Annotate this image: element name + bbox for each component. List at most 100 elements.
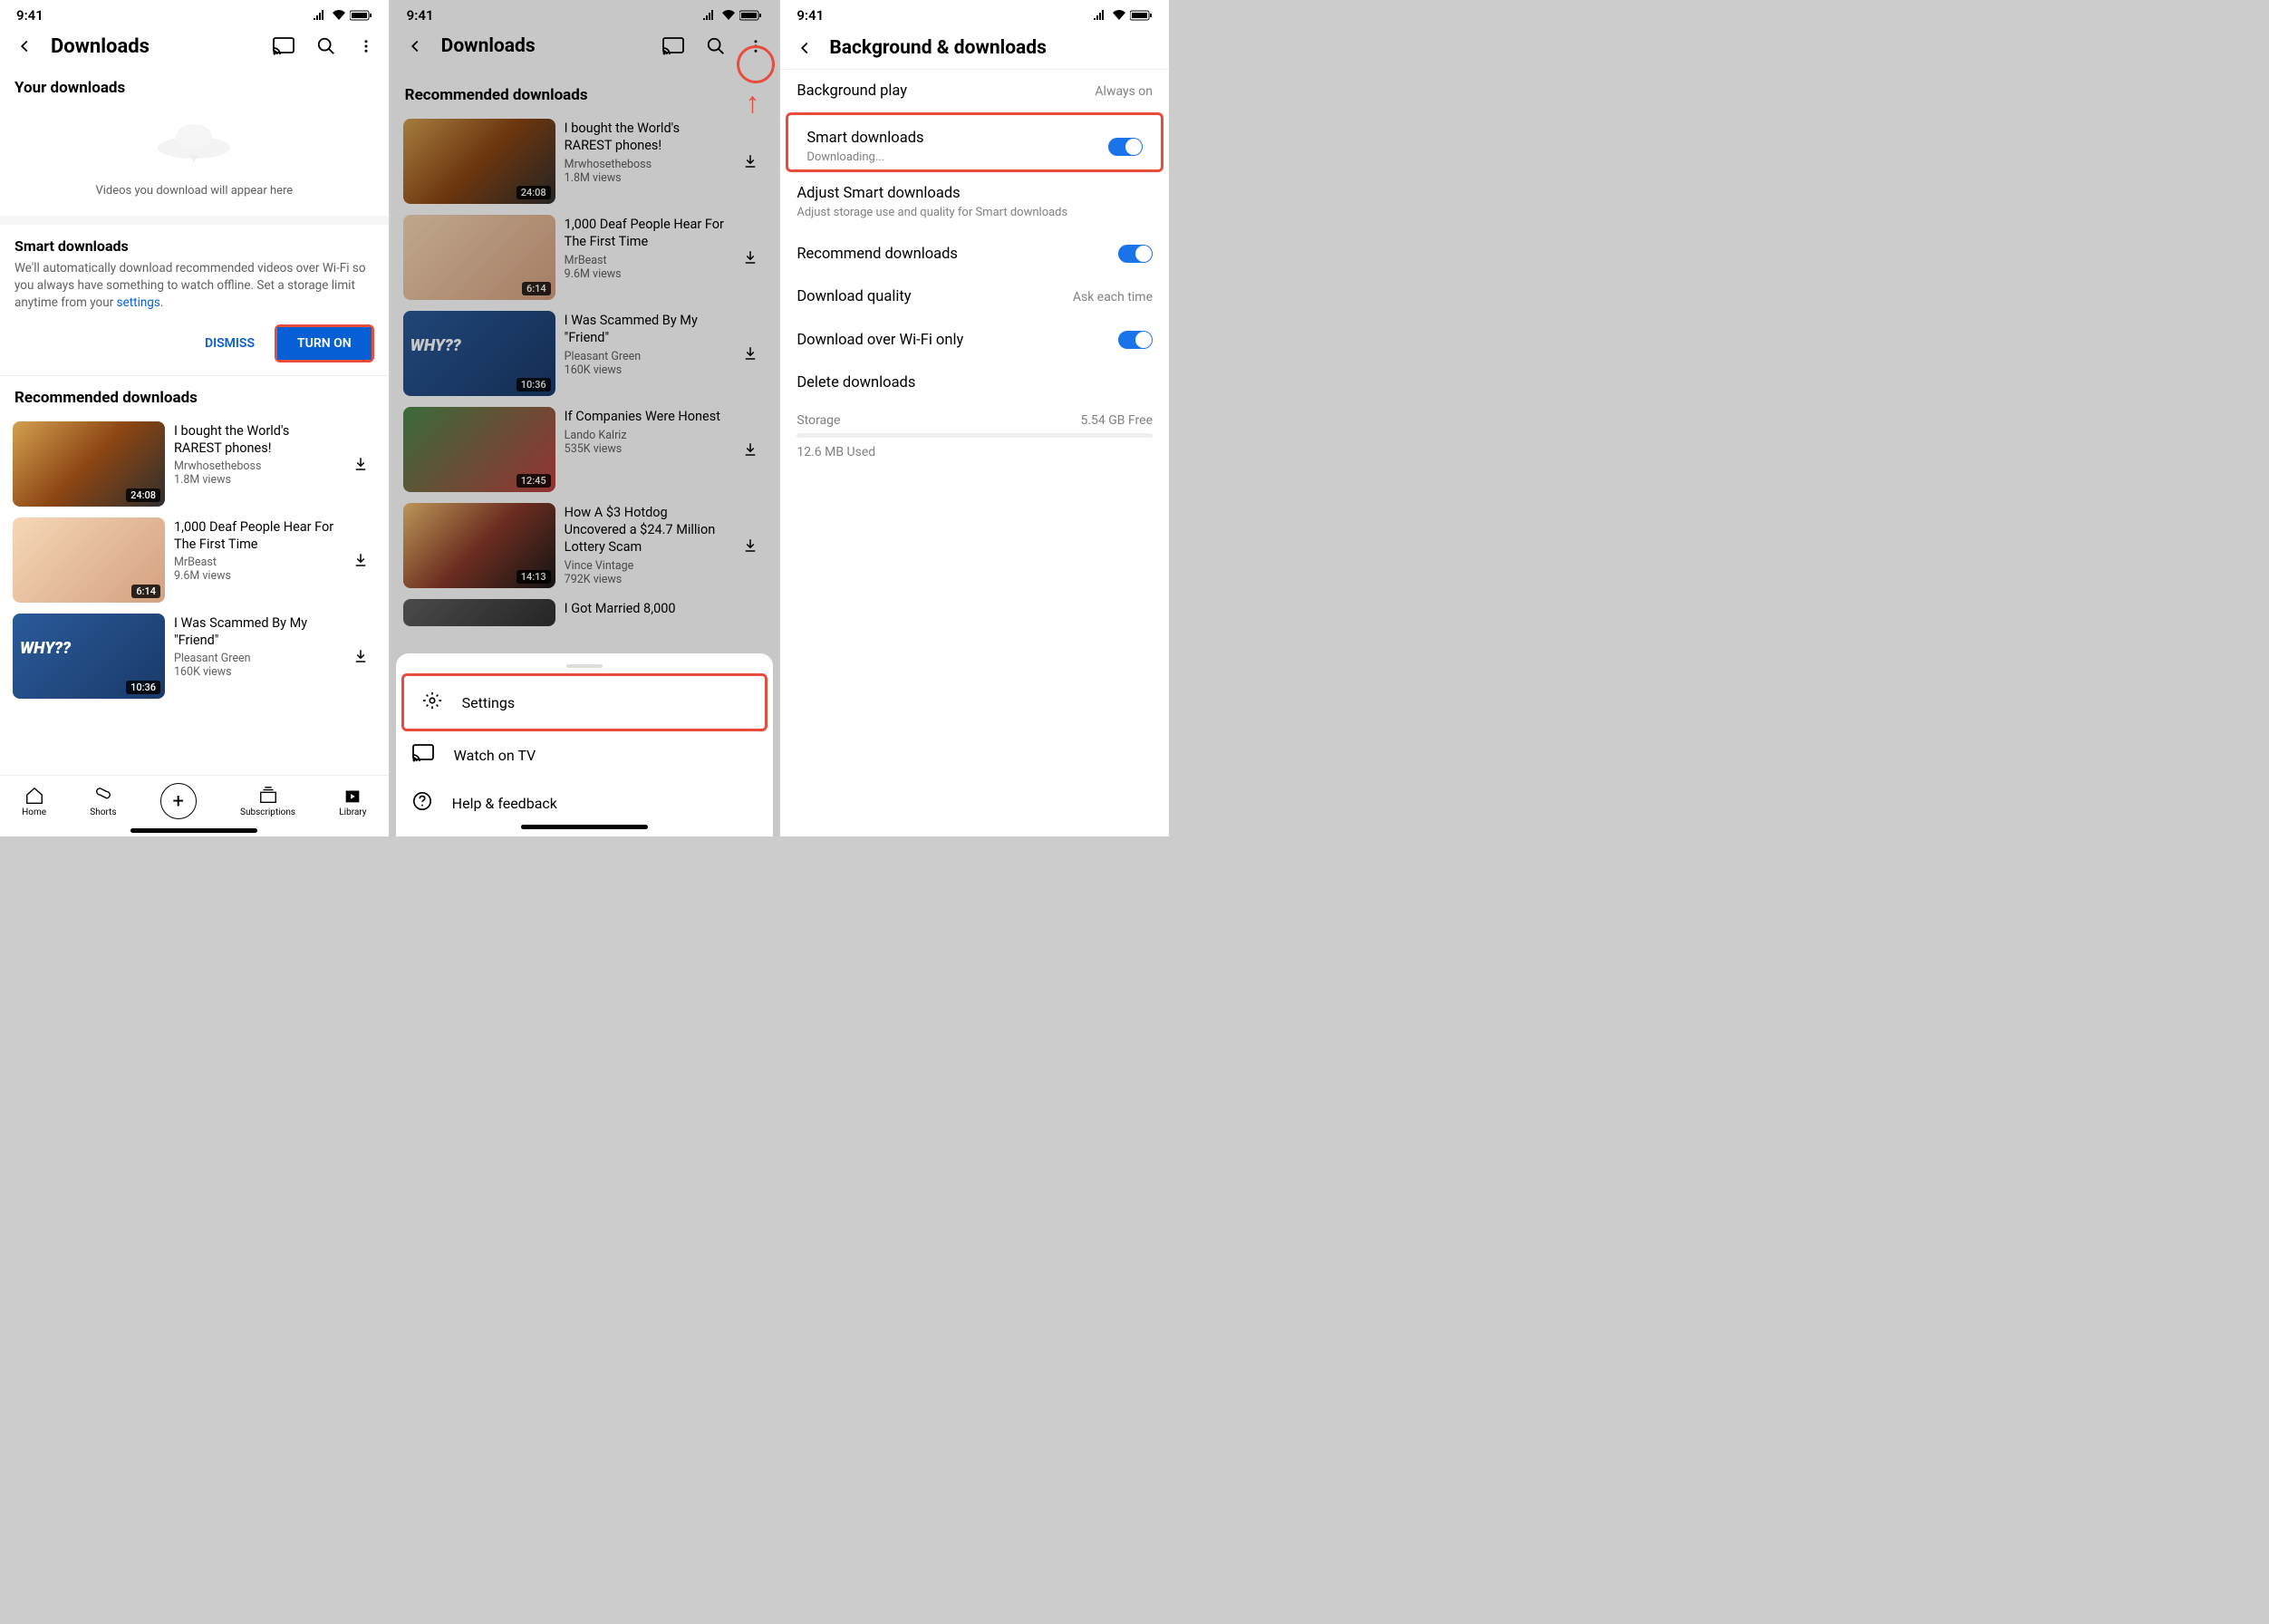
plus-icon: +	[160, 783, 197, 819]
video-thumbnail[interactable]	[403, 599, 555, 626]
setting-smart-downloads[interactable]: Smart downloads Downloading...	[790, 117, 1159, 168]
video-views: 1.8M views	[174, 473, 336, 487]
smart-downloads-card: Smart downloads We'll automatically down…	[0, 225, 389, 376]
nav-library[interactable]: Library	[339, 786, 366, 817]
your-downloads-title: Your downloads	[0, 66, 389, 102]
video-thumbnail[interactable]: 12:45	[403, 407, 555, 492]
header: Downloads	[391, 27, 779, 66]
video-thumbnail[interactable]: WHY??10:36	[13, 614, 165, 699]
video-thumbnail[interactable]: 6:14	[13, 517, 165, 603]
nav-shorts[interactable]: Shorts	[90, 786, 116, 817]
toggle-switch[interactable]	[1118, 331, 1153, 349]
home-indicator[interactable]	[521, 825, 648, 829]
cast-icon[interactable]	[661, 35, 686, 57]
back-icon[interactable]	[403, 34, 427, 58]
video-duration: 6:14	[131, 585, 160, 598]
setting-adjust-smart[interactable]: Adjust Smart downloads Adjust storage us…	[780, 172, 1169, 232]
video-thumbnail[interactable]: 24:08	[13, 421, 165, 507]
video-row[interactable]: 14:13 How A $3 Hotdog Uncovered a $24.7 …	[391, 498, 779, 594]
smart-description: We'll automatically download recommended…	[14, 260, 374, 312]
setting-delete-downloads[interactable]: Delete downloads	[780, 362, 1169, 404]
video-row[interactable]: I Got Married 8,000	[391, 594, 779, 632]
download-icon[interactable]	[735, 434, 766, 465]
cast-icon[interactable]	[271, 35, 296, 57]
video-row[interactable]: 24:08 I bought the World's RAREST phones…	[391, 113, 779, 209]
setting-subtitle: Adjust storage use and quality for Smart…	[797, 206, 1067, 219]
setting-background-play[interactable]: Background play Always on	[780, 70, 1169, 112]
back-icon[interactable]	[793, 36, 816, 60]
setting-label: Adjust Smart downloads	[797, 185, 960, 202]
video-row[interactable]: WHY??10:36 I Was Scammed By My "Friend"P…	[391, 305, 779, 401]
video-info: I bought the World's RAREST phones! Mrwh…	[174, 421, 336, 488]
page-title: Downloads	[51, 35, 256, 58]
video-views: 9.6M views	[174, 569, 336, 583]
toggle-switch[interactable]	[1108, 138, 1143, 156]
video-row[interactable]: WHY??10:36 I Was Scammed By My "Friend" …	[0, 608, 389, 704]
video-row[interactable]: 6:14 1,000 Deaf People Hear For The Firs…	[391, 209, 779, 305]
video-thumbnail[interactable]: 24:08	[403, 119, 555, 204]
drag-handle[interactable]	[566, 664, 603, 668]
status-time: 9:41	[797, 7, 824, 24]
smart-title: Smart downloads	[14, 237, 374, 255]
setting-label: Background play	[797, 82, 907, 100]
video-views: 160K views	[174, 665, 336, 679]
bottom-nav: Home Shorts + Subscriptions Library	[0, 775, 389, 823]
nav-subscriptions[interactable]: Subscriptions	[240, 786, 295, 817]
toggle-switch[interactable]	[1118, 245, 1153, 263]
search-icon[interactable]	[314, 34, 338, 58]
help-icon	[412, 791, 432, 815]
video-title: I Was Scammed By My "Friend"	[174, 615, 336, 650]
dismiss-button[interactable]: DISMISS	[192, 324, 267, 362]
page-title: Downloads	[441, 35, 647, 57]
cast-icon	[412, 744, 434, 766]
settings-link[interactable]: settings	[117, 295, 160, 310]
nav-create[interactable]: +	[160, 783, 197, 819]
video-thumbnail[interactable]: 14:13	[403, 503, 555, 588]
page-title: Background & downloads	[829, 37, 1047, 59]
video-channel: Mrwhosetheboss	[174, 459, 336, 473]
video-title: I bought the World's RAREST phones!	[174, 423, 336, 458]
menu-label: Help & feedback	[452, 795, 557, 812]
settings-highlight: Settings	[401, 673, 768, 731]
menu-help[interactable]: Help & feedback	[396, 778, 774, 827]
video-duration: 24:08	[126, 488, 160, 502]
header: Downloads	[0, 27, 389, 66]
search-icon[interactable]	[704, 34, 728, 58]
setting-wifi-only[interactable]: Download over Wi-Fi only	[780, 318, 1169, 362]
video-channel: Pleasant Green	[174, 652, 336, 665]
status-icons	[1093, 10, 1153, 21]
video-row[interactable]: 12:45 If Companies Were HonestLando Kalr…	[391, 401, 779, 498]
home-indicator[interactable]	[130, 828, 257, 833]
download-icon[interactable]	[735, 242, 766, 273]
setting-label: Smart downloads	[806, 130, 923, 147]
menu-label: Watch on TV	[454, 747, 536, 764]
download-icon[interactable]	[345, 641, 376, 672]
more-icon[interactable]	[356, 34, 376, 58]
back-icon[interactable]	[13, 34, 36, 58]
ufo-icon	[144, 111, 244, 175]
video-info: 1,000 Deaf People Hear For The First Tim…	[174, 517, 336, 584]
video-row[interactable]: 6:14 1,000 Deaf People Hear For The Firs…	[0, 512, 389, 608]
setting-recommend-downloads[interactable]: Recommend downloads	[780, 232, 1169, 276]
nav-home[interactable]: Home	[22, 786, 46, 817]
setting-download-quality[interactable]: Download quality Ask each time	[780, 276, 1169, 318]
turnon-highlight: TURN ON	[275, 324, 374, 362]
empty-state: Videos you download will appear here	[0, 102, 389, 216]
video-thumbnail[interactable]: 6:14	[403, 215, 555, 300]
download-icon[interactable]	[735, 146, 766, 177]
storage-label: Storage	[797, 413, 840, 428]
download-icon[interactable]	[735, 530, 766, 561]
status-time: 9:41	[407, 7, 434, 24]
video-row[interactable]: 24:08 I bought the World's RAREST phones…	[0, 416, 389, 512]
divider	[0, 216, 389, 225]
download-icon[interactable]	[345, 449, 376, 479]
menu-settings[interactable]: Settings	[406, 678, 764, 727]
turn-on-button[interactable]: TURN ON	[277, 327, 372, 360]
download-icon[interactable]	[345, 545, 376, 575]
video-channel: MrBeast	[174, 556, 336, 569]
video-thumbnail[interactable]: WHY??10:36	[403, 311, 555, 396]
menu-watch-tv[interactable]: Watch on TV	[396, 731, 774, 778]
download-icon[interactable]	[735, 338, 766, 369]
storage-section: Storage 5.54 GB Free 12.6 MB Used	[780, 404, 1169, 469]
storage-bar	[797, 433, 1153, 438]
